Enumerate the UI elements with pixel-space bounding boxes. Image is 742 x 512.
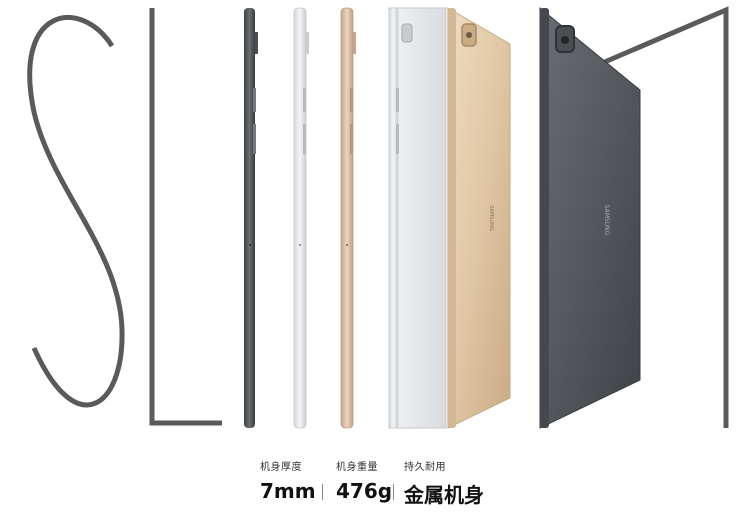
power-button-icon [353, 32, 356, 54]
spec-weight: 机身重量 476g [336, 458, 392, 503]
spec-divider [322, 484, 323, 500]
letter-s [27, 14, 125, 408]
spec-label: 机身厚度 [260, 462, 302, 473]
tablet-edge-dark-gray [244, 8, 258, 428]
power-button-icon [306, 32, 309, 54]
spec-bar: 机身厚度 7mm 机身重量 476g 持久耐用 金属机身 [0, 458, 742, 512]
spec-label: 机身重量 [336, 462, 378, 473]
tablet-back-dark-gray: SAMSUNG [539, 6, 641, 429]
spec-label: 持久耐用 [404, 462, 446, 473]
tablet-edge-silver [293, 7, 309, 429]
power-button-icon [255, 32, 258, 54]
spec-divider [393, 484, 394, 500]
spec-durability: 持久耐用 金属机身 [404, 458, 484, 508]
spec-value: 7mm [260, 479, 316, 503]
tablet-back-silver [388, 7, 447, 429]
spec-value: 金属机身 [404, 483, 484, 507]
volume-button-icon [303, 88, 306, 112]
tablet-back-gold: SAMSUNG [447, 7, 511, 429]
camera-lens-icon [401, 23, 413, 43]
tablet-edge-rose-gold [340, 7, 356, 429]
spec-thickness: 机身厚度 7mm [260, 458, 316, 503]
samsung-logo: SAMSUNG [488, 205, 494, 231]
letter-l [149, 8, 222, 426]
product-scene: SAMSUNG SAMSUNG [27, 6, 729, 429]
samsung-logo: SAMSUNG [603, 205, 610, 236]
volume-button-icon [253, 88, 256, 112]
spec-value: 476g [336, 479, 393, 503]
volume-button-icon [350, 88, 353, 112]
